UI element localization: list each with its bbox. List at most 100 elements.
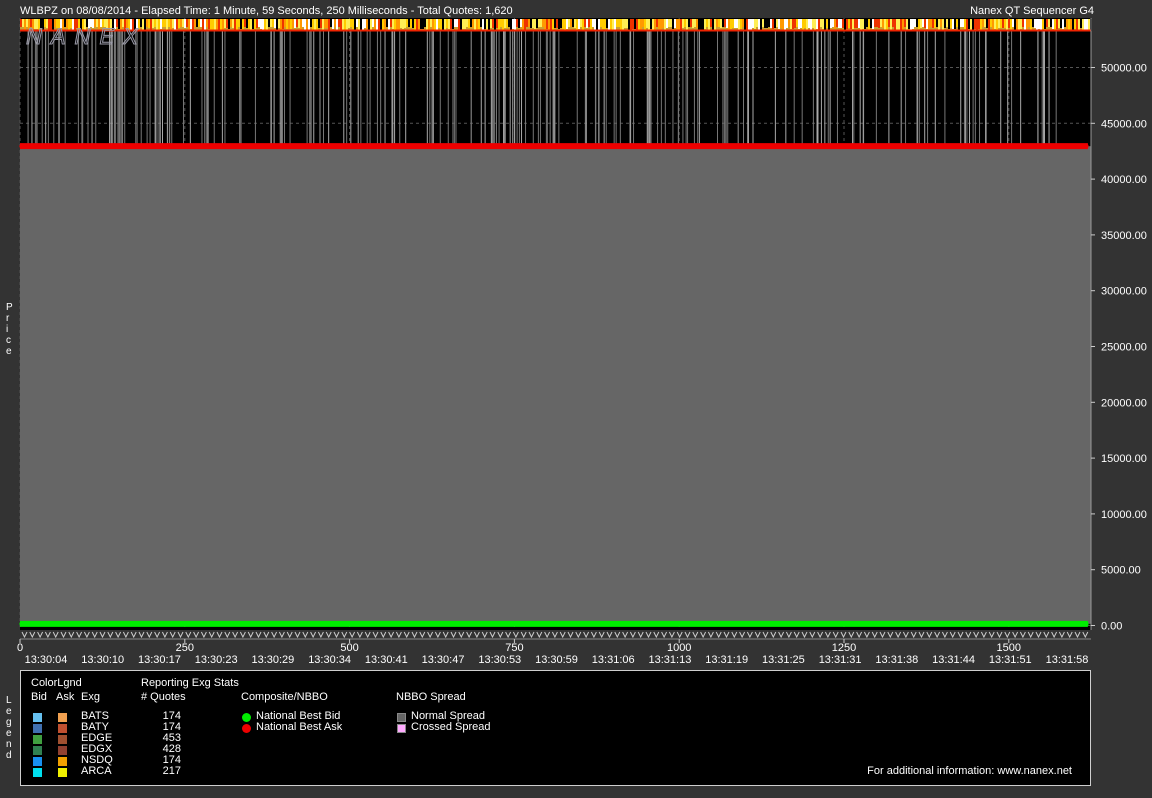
quote-band-tick [630, 19, 632, 30]
quote-band-tick [286, 19, 288, 29]
quote-band-tick [162, 19, 164, 27]
y-tick-label: 0.00 [1101, 621, 1122, 633]
quote-band-tick [300, 19, 302, 31]
bottom-mark [473, 631, 480, 639]
quote-band-tick [632, 19, 634, 29]
quote-band-tick [694, 19, 696, 27]
series-point [1083, 143, 1089, 149]
quote-band-tick [210, 19, 212, 30]
quote-band-tick [578, 19, 580, 29]
quote-band-tick [152, 19, 154, 28]
series-point [1083, 621, 1089, 627]
quote-band-tick [952, 19, 954, 29]
quote-band-tick [710, 19, 712, 27]
ask-color-swatch [58, 735, 67, 744]
quote-band-tick [956, 19, 958, 27]
bottom-mark [263, 631, 270, 639]
quote-band-tick [672, 19, 674, 29]
quote-band-tick [492, 19, 494, 28]
bottom-mark [1027, 631, 1034, 639]
y-label-letter: e [6, 346, 12, 357]
quote-band-tick [434, 19, 436, 30]
bottom-mark [739, 631, 746, 639]
quote-band-tick [478, 19, 480, 29]
quote-band-tick [518, 19, 520, 28]
bottom-mark [653, 631, 660, 639]
quote-band-tick [504, 19, 506, 28]
quote-band-tick [506, 19, 508, 28]
quote-band-tick [516, 19, 518, 27]
quote-band-tick [356, 19, 358, 27]
quote-band-tick [844, 19, 846, 31]
bottom-mark [910, 631, 917, 639]
quote-band-tick [804, 19, 806, 28]
time-label: 13:30:59 [535, 654, 578, 666]
bottom-mark [731, 631, 738, 639]
quote-band-tick [564, 19, 566, 30]
quote-band-tick [370, 19, 372, 30]
quote-band-tick [182, 19, 184, 27]
quote-band-tick [962, 19, 964, 27]
quote-band-tick [606, 19, 608, 28]
quote-band-tick [622, 19, 624, 30]
quote-band-tick [158, 19, 160, 31]
quote-band-tick [656, 19, 658, 27]
quote-band-tick [334, 19, 336, 27]
x-tick-label: 500 [340, 642, 358, 654]
bottom-mark [544, 631, 551, 639]
quote-band-tick [860, 19, 862, 31]
quote-band-tick [726, 19, 728, 28]
bottom-mark [520, 631, 527, 639]
quote-band-tick [276, 19, 278, 30]
time-label: 13:30:17 [138, 654, 181, 666]
quote-band-tick [530, 19, 532, 28]
quote-band-tick [574, 19, 576, 28]
quote-band-tick [470, 19, 472, 27]
quote-band-tick [828, 19, 830, 30]
quote-band-tick [714, 19, 716, 31]
quote-band-tick [324, 19, 326, 28]
quote-band-tick [298, 19, 300, 28]
quote-band-tick [456, 19, 458, 27]
quote-band-tick [418, 19, 420, 29]
quote-band-tick [432, 19, 434, 30]
quote-band-tick [914, 19, 916, 27]
quote-band-tick [252, 19, 254, 29]
quote-band-tick [310, 19, 312, 27]
quote-band-tick [384, 19, 386, 29]
bottom-mark [161, 631, 168, 639]
bottom-mark [949, 631, 956, 639]
bottom-mark [692, 631, 699, 639]
quote-band-tick [684, 19, 686, 27]
bottom-mark [934, 631, 941, 639]
colorlgnd-heading: ColorLgnd [31, 677, 82, 689]
quote-band-tick [894, 19, 896, 31]
quote-band-tick [820, 19, 822, 27]
quote-band-tick [164, 19, 166, 27]
time-label: 13:30:29 [251, 654, 294, 666]
quote-band-tick [690, 19, 692, 27]
quote-band-tick [712, 19, 714, 31]
quote-band-tick [814, 19, 816, 30]
quote-band-tick [702, 19, 704, 30]
bottom-mark [715, 631, 722, 639]
bottom-mark [169, 631, 176, 639]
quote-band-tick [556, 19, 558, 28]
bottom-mark [154, 631, 161, 639]
quote-band-tick [184, 19, 186, 28]
quote-band-tick [918, 19, 920, 29]
bottom-mark [957, 631, 964, 639]
quote-band-tick [764, 19, 766, 28]
quote-band-tick [284, 19, 286, 27]
quote-band-tick [378, 19, 380, 31]
bottom-mark [559, 631, 566, 639]
bottom-mark [278, 631, 285, 639]
quote-band-tick [240, 19, 242, 29]
quote-band-tick [912, 19, 914, 29]
quote-band-tick [268, 19, 270, 27]
quote-band-tick [1030, 19, 1032, 30]
bottom-mark [138, 631, 145, 639]
quote-band-tick [1014, 19, 1016, 31]
bottom-mark [1035, 631, 1042, 639]
bottom-mark [622, 631, 629, 639]
